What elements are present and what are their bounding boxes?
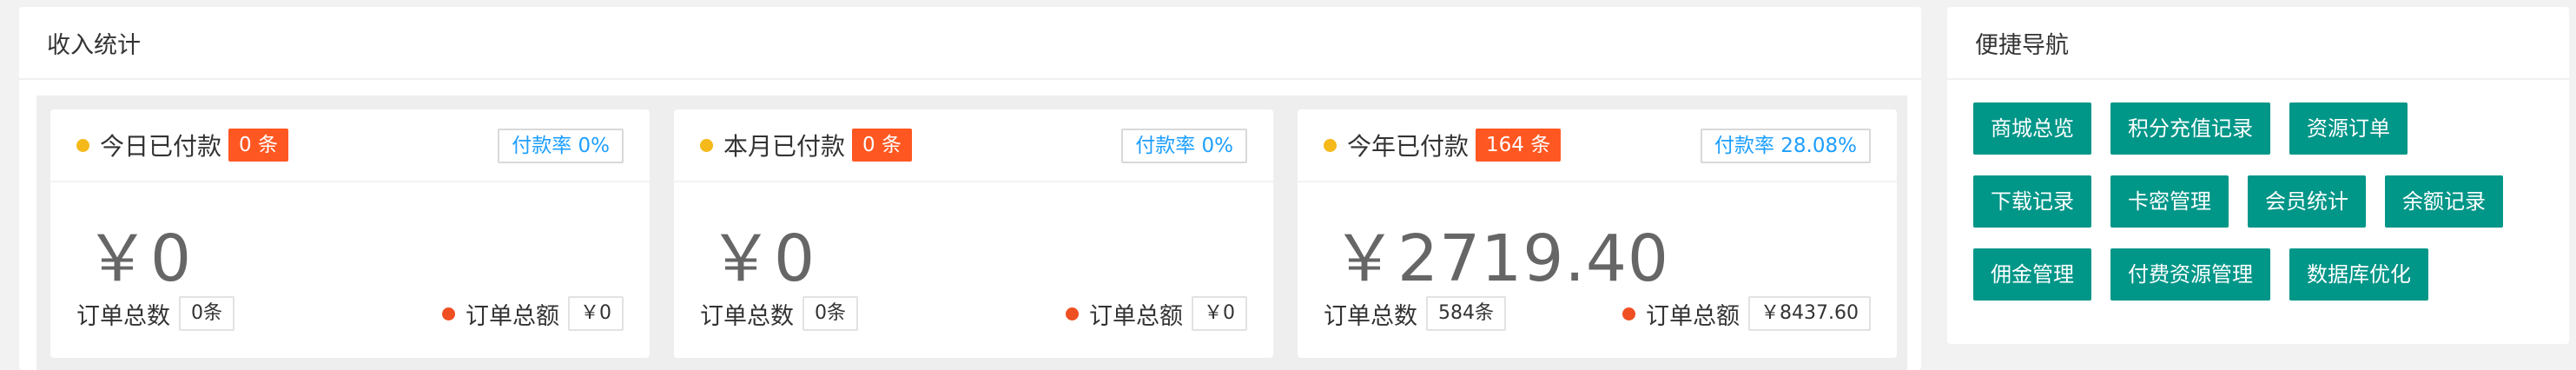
nav-button-member-stats[interactable]: 会员统计: [2248, 175, 2366, 228]
nav-button-points-recharge-records[interactable]: 积分充值记录: [2110, 102, 2270, 155]
count-badge: 0 条: [852, 129, 912, 162]
payment-rate-badge: 付款率 0%: [1121, 129, 1247, 163]
card-title: 本月已付款: [723, 132, 846, 161]
quick-nav-panel: 便捷导航 商城总览 积分充值记录 资源订单 下载记录 卡密管理 会员统计 余额记…: [1947, 7, 2569, 344]
order-count-value: 0条: [803, 296, 858, 331]
nav-row: 佣金管理 付费资源管理 数据库优化: [1973, 248, 2555, 301]
month-paid-card: 本月已付款 0 条 付款率 0% ￥0 订单总数 0条 订单总额 ￥0: [674, 109, 1273, 358]
card-title: 今日已付款: [100, 132, 222, 161]
card-footer: 订单总数 584条 订单总额 ￥8437.60: [1324, 295, 1871, 332]
order-count-label: 订单总数: [76, 302, 170, 330]
card-header: 本月已付款 0 条 付款率 0%: [674, 109, 1273, 182]
card-title: 今年已付款: [1347, 132, 1470, 161]
nav-button-balance-records[interactable]: 余额记录: [2385, 175, 2503, 228]
order-total-value: ￥0: [568, 296, 624, 331]
paid-amount: ￥2719.40: [1332, 221, 1670, 296]
payment-rate-badge: 付款率 0%: [498, 129, 624, 163]
order-total-value: ￥8437.60: [1748, 296, 1871, 331]
order-count-value: 584条: [1426, 296, 1506, 331]
payment-rate-badge: 付款率 28.08%: [1700, 129, 1871, 163]
order-count-value: 0条: [179, 296, 234, 331]
count-badge: 164 条: [1476, 129, 1562, 162]
card-footer: 订单总数 0条 订单总额 ￥0: [700, 295, 1247, 332]
income-cards-area: 今日已付款 0 条 付款率 0% ￥0 订单总数 0条 订单总额 ￥0 本月已付…: [36, 96, 1907, 370]
nav-button-paid-resource-management[interactable]: 付费资源管理: [2110, 248, 2270, 301]
card-footer: 订单总数 0条 订单总额 ￥0: [76, 295, 624, 332]
count-badge: 0 条: [228, 129, 288, 162]
order-count-label: 订单总数: [700, 302, 794, 330]
card-header: 今年已付款 164 条 付款率 28.08%: [1298, 109, 1897, 182]
nav-row: 下载记录 卡密管理 会员统计 余额记录: [1973, 175, 2555, 228]
nav-button-mall-overview[interactable]: 商城总览: [1973, 102, 2091, 155]
quick-nav-title: 便捷导航: [1947, 7, 2569, 80]
order-total-label: 订单总额: [1089, 302, 1183, 330]
order-total-group: 订单总额 ￥0: [442, 296, 624, 331]
nav-button-resource-orders[interactable]: 资源订单: [2289, 102, 2408, 155]
order-total-value: ￥0: [1192, 296, 1247, 331]
status-dot-icon: [76, 138, 89, 152]
order-total-label: 订单总额: [1646, 302, 1740, 330]
status-dot-icon: [1324, 138, 1337, 152]
status-dot-icon: [1066, 307, 1079, 320]
order-total-group: 订单总额 ￥0: [1066, 296, 1247, 331]
paid-amount: ￥0: [85, 221, 193, 296]
quick-nav-buttons: 商城总览 积分充值记录 资源订单 下载记录 卡密管理 会员统计 余额记录 佣金管…: [1973, 102, 2555, 321]
order-count-label: 订单总数: [1324, 302, 1417, 330]
today-paid-card: 今日已付款 0 条 付款率 0% ￥0 订单总数 0条 订单总额 ￥0: [50, 109, 650, 358]
income-stats-title: 收入统计: [19, 7, 1921, 80]
nav-button-commission-management[interactable]: 佣金管理: [1973, 248, 2091, 301]
year-paid-card: 今年已付款 164 条 付款率 28.08% ￥2719.40 订单总数 584…: [1298, 109, 1897, 358]
order-total-label: 订单总额: [466, 302, 559, 330]
card-header: 今日已付款 0 条 付款率 0%: [50, 109, 650, 182]
status-dot-icon: [442, 307, 455, 320]
paid-amount: ￥0: [709, 221, 816, 296]
status-dot-icon: [700, 138, 713, 152]
nav-row: 商城总览 积分充值记录 资源订单: [1973, 102, 2555, 155]
nav-button-download-records[interactable]: 下载记录: [1973, 175, 2091, 228]
order-total-group: 订单总额 ￥8437.60: [1622, 296, 1871, 331]
income-stats-panel: 收入统计 今日已付款 0 条 付款率 0% ￥0 订单总数 0条 订单总额 ￥0: [19, 7, 1921, 370]
nav-button-card-key-management[interactable]: 卡密管理: [2110, 175, 2229, 228]
status-dot-icon: [1622, 307, 1636, 320]
nav-button-database-optimize[interactable]: 数据库优化: [2289, 248, 2428, 301]
